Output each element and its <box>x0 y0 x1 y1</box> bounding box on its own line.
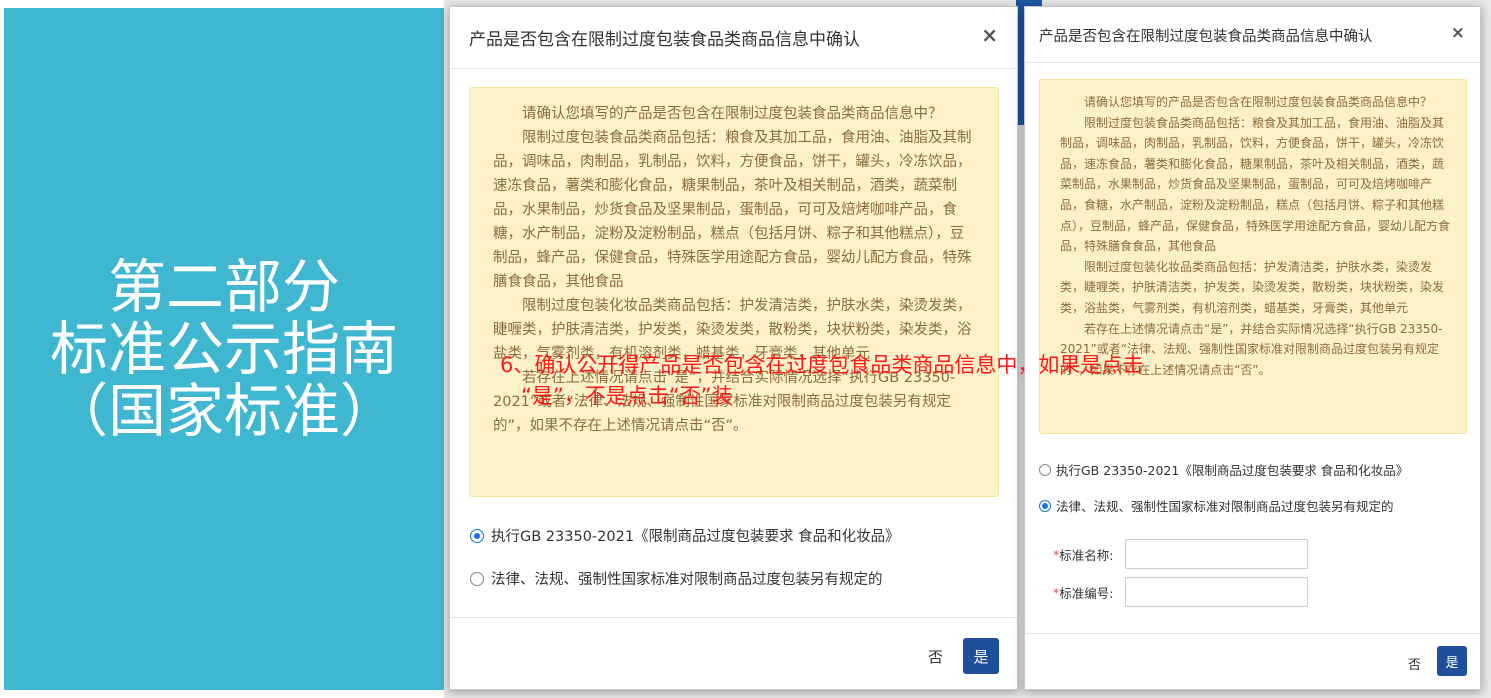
yes-button[interactable]: 是 <box>1437 646 1467 676</box>
close-icon[interactable]: × <box>1451 23 1465 43</box>
dialog-footer: 否 是 <box>1025 633 1480 691</box>
radio-checked-icon[interactable] <box>470 528 484 543</box>
no-button[interactable]: 否 <box>928 646 943 667</box>
radio-checked-icon[interactable] <box>1039 499 1051 512</box>
standard-number-row: * 标准编号: <box>1053 577 1309 607</box>
dialog-header: 产品是否包含在限制过度包装食品类商品信息中确认 × <box>450 7 1017 69</box>
dialog-footer: 否 是 <box>450 617 1017 691</box>
standard-number-input[interactable] <box>1125 577 1309 607</box>
option-gb-23350-label: 执行GB 23350-2021《限制商品过度包装要求 食品和化妆品》 <box>1056 463 1409 478</box>
annotation-line-1: 6、确认公开得产品是否包含在过度包食品类商品信息中，如果是点击 <box>500 353 1144 377</box>
section-title-line-1: 第二部分 <box>107 253 340 321</box>
option-other-regulation[interactable]: 法律、法规、强制性国家标准对限制商品过度包装另有规定的 <box>470 568 883 589</box>
confirm-dialog-after: 产品是否包含在限制过度包装食品类商品信息中确认 × 请确认您填写的产品是否包含在… <box>1024 6 1481 690</box>
notice-cosmetic-categories: 限制过度包装化妆品类商品包括：护发清洁类，护肤水类，染烫发类，睫喱类，护肤清洁类… <box>1060 259 1445 315</box>
section-title: 第二部分 标准公示指南 （国家标准） <box>50 256 398 442</box>
notice-box: 请确认您填写的产品是否包含在限制过度包装食品类商品信息中？ 限制过度包装食品类商… <box>469 87 999 497</box>
dialog-header: 产品是否包含在限制过度包装食品类商品信息中确认 × <box>1025 7 1480 63</box>
standard-number-label: 标准编号: <box>1059 585 1114 601</box>
standard-name-input[interactable] <box>1125 539 1309 569</box>
yes-button[interactable]: 是 <box>963 638 999 674</box>
notice-question: 请确认您填写的产品是否包含在限制过度包装食品类商品信息中？ <box>1084 95 1433 109</box>
section-title-line-3: （国家标准） <box>49 377 398 445</box>
option-gb-23350-label: 执行GB 23350-2021《限制商品过度包装要求 食品和化妆品》 <box>491 529 900 545</box>
section-title-line-2: 标准公示指南 <box>49 315 398 383</box>
notice-question: 请确认您填写的产品是否包含在限制过度包装食品类商品信息中？ <box>522 106 943 122</box>
notice-food-categories: 限制过度包装食品类商品包括：粮食及其加工品，食用油、油脂及其制品，调味品，肉制品… <box>1060 115 1451 254</box>
close-icon[interactable]: × <box>981 23 998 47</box>
annotation-line-2: “是”，不是点击“否”装 <box>521 384 733 408</box>
standard-name-label: 标准名称: <box>1059 547 1114 563</box>
dialog-title: 产品是否包含在限制过度包装食品类商品信息中确认 <box>469 30 860 50</box>
option-gb-23350[interactable]: 执行GB 23350-2021《限制商品过度包装要求 食品和化妆品》 <box>470 525 900 546</box>
option-other-regulation[interactable]: 法律、法规、强制性国家标准对限制商品过度包装另有规定的 <box>1039 496 1394 515</box>
option-other-regulation-label: 法律、法规、强制性国家标准对限制商品过度包装另有规定的 <box>491 572 883 588</box>
radio-unchecked-icon[interactable] <box>470 571 484 586</box>
standard-name-row: * 标准名称: <box>1053 539 1309 569</box>
option-other-regulation-label: 法律、法规、强制性国家标准对限制商品过度包装另有规定的 <box>1056 499 1394 514</box>
no-button[interactable]: 否 <box>1408 654 1421 673</box>
dialog-title: 产品是否包含在限制过度包装食品类商品信息中确认 <box>1039 29 1373 45</box>
radio-unchecked-icon[interactable] <box>1039 463 1051 476</box>
notice-food-categories: 限制过度包装食品类商品包括：粮食及其加工品，食用油、油脂及其制品，调味品，肉制品… <box>493 130 972 290</box>
notice-box: 请确认您填写的产品是否包含在限制过度包装食品类商品信息中？ 限制过度包装食品类商… <box>1039 79 1467 434</box>
confirm-dialog-before: 产品是否包含在限制过度包装食品类商品信息中确认 × 请确认您填写的产品是否包含在… <box>449 6 1018 690</box>
section-title-panel: 第二部分 标准公示指南 （国家标准） <box>4 8 444 690</box>
option-gb-23350[interactable]: 执行GB 23350-2021《限制商品过度包装要求 食品和化妆品》 <box>1039 460 1408 479</box>
